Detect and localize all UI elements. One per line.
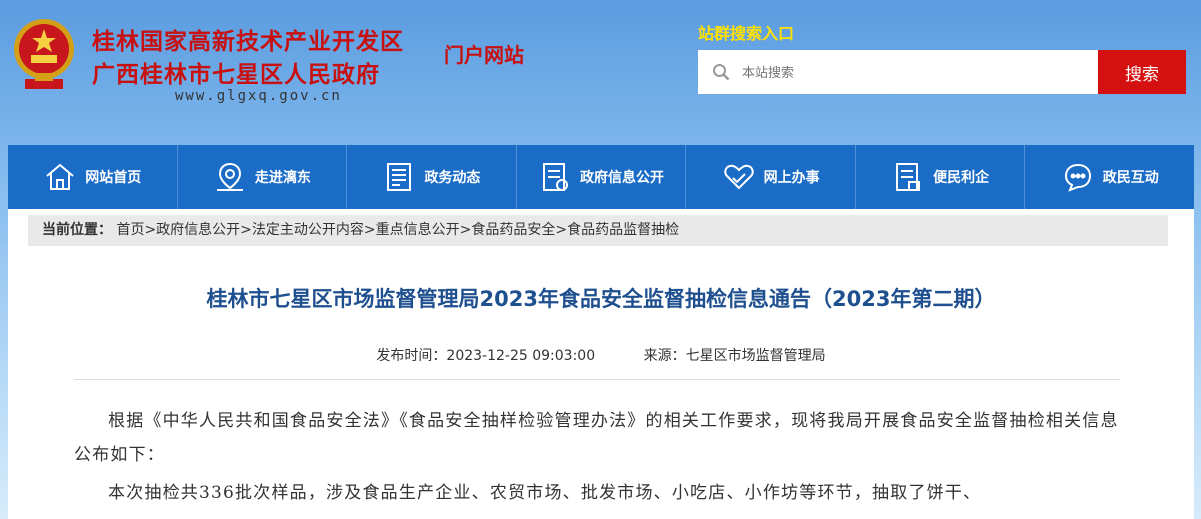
nav-item-gov-info[interactable]: 政府信息公开 xyxy=(517,145,687,209)
nav-label: 便民利企 xyxy=(933,170,990,186)
paragraph: 本次抽检共336批次样品，涉及食品生产企业、农贸市场、批发市场、小吃店、小作坊等… xyxy=(108,483,982,503)
document-icon xyxy=(543,163,569,191)
site-domain: www.glgxq.gov.cn xyxy=(175,88,342,104)
nav-item-online-service[interactable]: 网上办事 xyxy=(686,145,856,209)
search-entry-link[interactable]: 站群搜索入口 xyxy=(698,20,794,44)
divider xyxy=(74,379,1120,380)
breadcrumb: 当前位置： 首页>政府信息公开>法定主动公开内容>重点信息公开>食品药品安全>食… xyxy=(28,215,1168,246)
form-icon xyxy=(896,163,921,191)
nav-label: 政民互动 xyxy=(1102,170,1159,186)
article-body: 根据《中华人民共和国食品安全法》《食品安全抽样检验管理办法》的相关工作要求，现将… xyxy=(74,404,1120,514)
nav-item-interaction[interactable]: 政民互动 xyxy=(1025,145,1194,209)
nav-item-about[interactable]: 走进漓东 xyxy=(178,145,348,209)
nav-label: 网上办事 xyxy=(763,170,820,186)
nav-label: 网站首页 xyxy=(85,170,142,186)
article-source: 来源：七星区市场监督管理局 xyxy=(643,348,826,364)
search-box xyxy=(698,50,1098,96)
paragraph: 根据《中华人民共和国食品安全法》《食品安全抽样检验管理办法》的相关工作要求，现将… xyxy=(74,411,1119,465)
main-content: 当前位置： 首页>政府信息公开>法定主动公开内容>重点信息公开>食品药品安全>食… xyxy=(8,209,1194,519)
national-emblem-icon xyxy=(14,19,74,89)
search-icon xyxy=(713,64,730,81)
nav-label: 政府信息公开 xyxy=(580,170,665,186)
news-icon xyxy=(387,163,412,191)
main-nav: 网站首页 走进漓东 政务动态 政府信息公开 网上办事 便民利企 政民互动 xyxy=(8,145,1194,209)
nav-label: 走进漓东 xyxy=(254,170,311,186)
nav-item-news[interactable]: 政务动态 xyxy=(347,145,517,209)
nav-label: 政务动态 xyxy=(424,170,481,186)
publish-time: 发布时间：2023-12-25 09:03:00 xyxy=(376,348,596,364)
handshake-icon xyxy=(723,164,754,190)
portal-label: 门户网站 xyxy=(444,43,524,67)
home-icon xyxy=(46,163,74,190)
site-title-line2: 广西桂林市七星区人民政府 xyxy=(92,61,380,88)
site-header: 桂林国家高新技术产业开发区 广西桂林市七星区人民政府 门户网站 www.glgx… xyxy=(0,0,1201,145)
breadcrumb-label: 当前位置： xyxy=(42,222,112,238)
article-meta: 发布时间：2023-12-25 09:03:00 来源：七星区市场监督管理局 xyxy=(8,345,1194,365)
nav-item-convenience[interactable]: 便民利企 xyxy=(856,145,1026,209)
chat-icon xyxy=(1064,163,1091,192)
search-input[interactable] xyxy=(740,50,1094,96)
breadcrumb-path[interactable]: 首页>政府信息公开>法定主动公开内容>重点信息公开>食品药品安全>食品药品监督抽… xyxy=(116,222,679,238)
article-title: 桂林市七星区市场监督管理局2023年食品安全监督抽检信息通告（2023年第二期） xyxy=(206,287,996,311)
map-pin-icon xyxy=(216,162,243,191)
site-title-line1: 桂林国家高新技术产业开发区 xyxy=(92,28,404,55)
search-button[interactable]: 搜索 xyxy=(1098,50,1186,94)
nav-item-home[interactable]: 网站首页 xyxy=(8,145,178,209)
